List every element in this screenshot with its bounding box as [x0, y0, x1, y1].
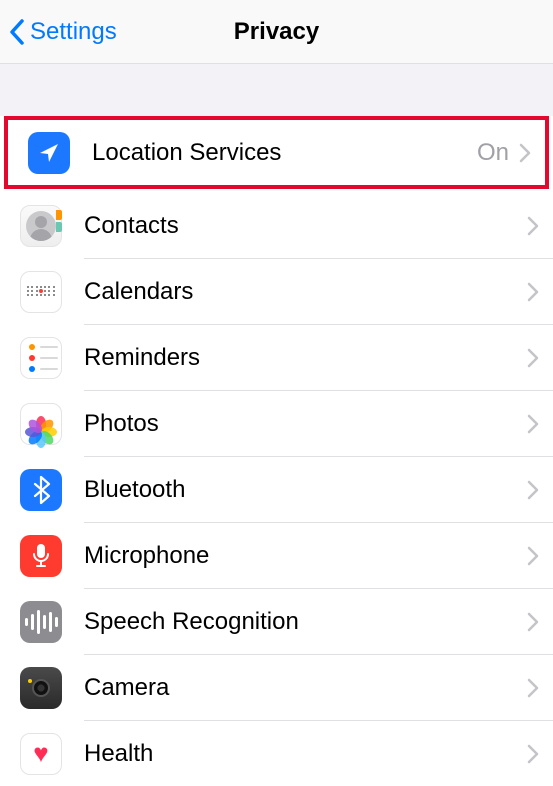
reminders-icon	[20, 337, 62, 379]
microphone-icon	[20, 535, 62, 577]
page-title: Privacy	[234, 18, 319, 46]
contacts-icon	[20, 205, 62, 247]
row-label: Camera	[84, 674, 527, 702]
row-health[interactable]: ♥ Health	[0, 721, 553, 786]
back-label: Settings	[30, 18, 117, 46]
heart-icon: ♥	[20, 733, 62, 775]
calendar-icon	[20, 271, 62, 313]
row-camera[interactable]: Camera	[0, 655, 553, 720]
chevron-right-icon	[527, 612, 539, 632]
chevron-right-icon	[527, 282, 539, 302]
chevron-right-icon	[527, 744, 539, 764]
navigation-bar: Settings Privacy	[0, 0, 553, 64]
chevron-right-icon	[527, 414, 539, 434]
chevron-right-icon	[527, 216, 539, 236]
chevron-left-icon	[8, 18, 26, 46]
bluetooth-icon	[20, 469, 62, 511]
row-label: Bluetooth	[84, 476, 527, 504]
row-status: On	[477, 139, 509, 167]
back-button[interactable]: Settings	[0, 18, 117, 46]
row-label: Reminders	[84, 344, 527, 372]
highlight-location-services: Location Services On	[4, 116, 549, 189]
row-microphone[interactable]: Microphone	[0, 523, 553, 588]
row-label: Photos	[84, 410, 527, 438]
row-calendars[interactable]: Calendars	[0, 259, 553, 324]
row-label: Location Services	[92, 139, 477, 167]
row-bluetooth[interactable]: Bluetooth	[0, 457, 553, 522]
camera-icon	[20, 667, 62, 709]
chevron-right-icon	[519, 143, 531, 163]
row-location-services[interactable]: Location Services On	[8, 120, 545, 185]
settings-list: Location Services On Contacts	[0, 116, 553, 786]
row-label: Speech Recognition	[84, 608, 527, 636]
row-label: Health	[84, 740, 527, 768]
row-contacts[interactable]: Contacts	[0, 193, 553, 258]
chevron-right-icon	[527, 348, 539, 368]
chevron-right-icon	[527, 678, 539, 698]
row-photos[interactable]: Photos	[0, 391, 553, 456]
row-speech-recognition[interactable]: Speech Recognition	[0, 589, 553, 654]
row-label: Calendars	[84, 278, 527, 306]
photos-icon	[20, 403, 62, 445]
chevron-right-icon	[527, 546, 539, 566]
row-label: Contacts	[84, 212, 527, 240]
chevron-right-icon	[527, 480, 539, 500]
row-reminders[interactable]: Reminders	[0, 325, 553, 390]
location-arrow-icon	[28, 132, 70, 174]
section-gap	[0, 64, 553, 114]
waveform-icon	[20, 601, 62, 643]
row-label: Microphone	[84, 542, 527, 570]
